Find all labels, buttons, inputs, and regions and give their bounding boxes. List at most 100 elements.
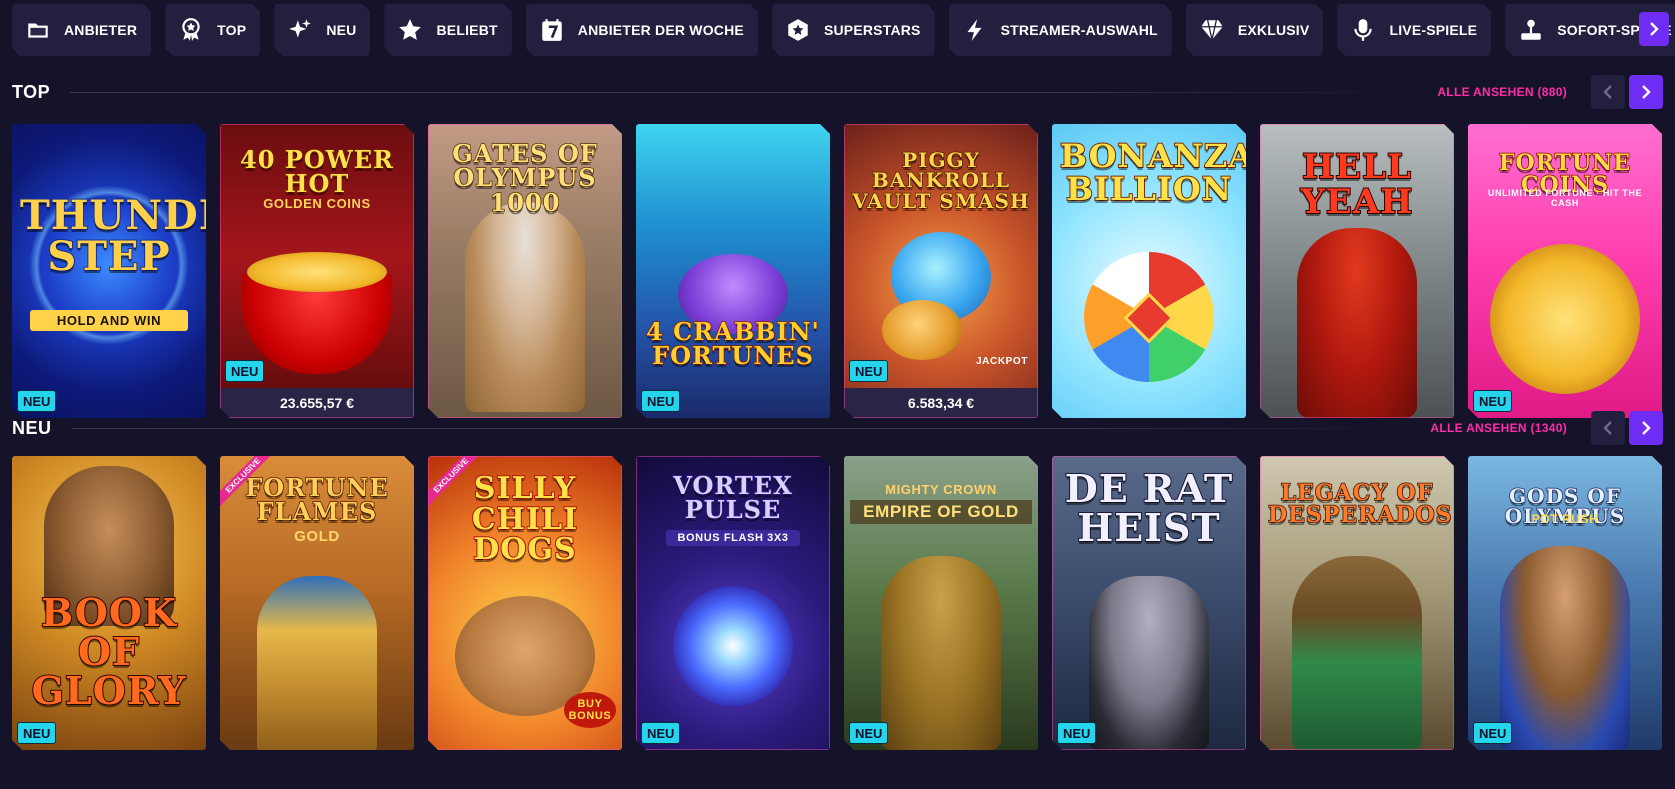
category-live-spiele[interactable]: LIVE-SPIELE [1337, 4, 1491, 56]
game-title: 4 CRABBIN' FORTUNES [646, 317, 820, 371]
game-tile[interactable]: MIGHTY CROWN EMPIRE OF GOLD NEU [844, 456, 1038, 750]
category-label: BELIEBT [436, 22, 498, 38]
award-ribbon-icon [177, 16, 205, 44]
energy-orb-illustration [673, 586, 793, 706]
section-title: NEU [12, 417, 52, 438]
game-title: BOOK OF GLORY [31, 590, 187, 713]
scroll-prev-button[interactable] [1591, 411, 1625, 445]
game-tile[interactable]: FORTUNE FLAMES GOLD EXCLUSIVE [220, 456, 414, 750]
category-label: LIVE-SPIELE [1389, 22, 1478, 38]
game-subtitle: EMPIRE OF GOLD [850, 500, 1032, 524]
game-title: LEGACY OF DESPERADOS [1268, 480, 1453, 529]
game-title: DE RAT HEIST [1064, 466, 1234, 550]
joystick-icon [1517, 16, 1545, 44]
new-badge: NEU [1473, 390, 1512, 412]
game-title: HELL YEAH [1300, 147, 1414, 222]
cowboy-illustration [1292, 556, 1422, 750]
new-badge: NEU [225, 360, 264, 382]
game-tile[interactable]: DE RAT HEIST NEU [1052, 456, 1246, 750]
new-badge: NEU [1473, 722, 1512, 744]
game-tile[interactable]: 4 CRABBIN' FORTUNES NEU [636, 124, 830, 418]
game-title: BONANZA BILLION [1060, 137, 1246, 208]
category-label: NEU [326, 22, 357, 38]
category-label: ANBIETER [64, 22, 138, 38]
category-streamer-auswahl[interactable]: STREAMER-AUSWAHL [949, 4, 1172, 56]
game-subtitle: GOLD [294, 528, 340, 545]
gold-pig-illustration [882, 300, 962, 360]
chevron-left-icon [1603, 421, 1612, 435]
category-anbieter[interactable]: ANBIETER [12, 4, 151, 56]
jackpot-label: JACKPOT [976, 356, 1028, 367]
game-tile[interactable]: SILLY CHILI DOGS BUY BONUS EXCLUSIVE [428, 456, 622, 750]
scroll-prev-button[interactable] [1591, 75, 1625, 109]
rat-thief-illustration [1089, 576, 1209, 750]
new-badge: NEU [849, 722, 888, 744]
calendar-seven-icon [538, 16, 566, 44]
game-tile[interactable]: PIGGY BANKROLL VAULT SMASH JACKPOT NEU 6… [844, 124, 1038, 418]
game-title: FORTUNE FLAMES [245, 473, 389, 527]
game-tile[interactable]: FORTUNE COINS UNLIMITED FORTUNE · HIT TH… [1468, 124, 1662, 418]
category-exklusiv[interactable]: EXKLUSIV [1186, 4, 1324, 56]
chevron-right-icon [1642, 421, 1651, 435]
game-tile[interactable]: GODS OF OLYMPUS POT RUSH NEU [1468, 456, 1662, 750]
game-tile[interactable]: THUNDER STEP HOLD AND WIN NEU [12, 124, 206, 418]
game-tile[interactable]: BONANZA BILLION [1052, 124, 1246, 418]
category-nav: ANBIETER TOP NEU BELIEBT ANBIETER DER WO… [12, 4, 1675, 56]
section-title: TOP [12, 81, 51, 102]
see-all-link[interactable]: ALLE ANSEHEN (1340) [1430, 421, 1567, 435]
new-badge: NEU [641, 390, 680, 412]
pharaoh-illustration [257, 576, 377, 750]
scroll-next-button[interactable] [1629, 75, 1663, 109]
see-all-link[interactable]: ALLE ANSEHEN (880) [1437, 85, 1567, 99]
game-subtitle: GOLDEN COINS [263, 196, 371, 211]
game-subtitle: POT RUSH [1531, 512, 1599, 526]
sparkle-icon [286, 16, 314, 44]
game-row-neu: BOOK OF GLORY NEU FORTUNE FLAMES GOLD EX… [12, 456, 1675, 750]
category-label: TOP [217, 22, 247, 38]
game-tile[interactable]: LEGACY OF DESPERADOS [1260, 456, 1454, 750]
game-tile[interactable]: BOOK OF GLORY NEU [12, 456, 206, 750]
gold-coins-illustration [247, 252, 387, 292]
game-title: VORTEX PULSE [673, 471, 793, 525]
category-label: EXKLUSIV [1237, 22, 1310, 38]
section-header: TOP ALLE ANSEHEN (880) [12, 74, 1663, 110]
game-subtitle: HOLD AND WIN [30, 310, 188, 331]
buy-bonus-badge: BUY BONUS [564, 692, 616, 728]
category-anbieter-der-woche[interactable]: ANBIETER DER WOCHE [526, 4, 758, 56]
devil-illustration [1297, 228, 1417, 418]
game-title: PIGGY BANKROLL VAULT SMASH [852, 148, 1030, 213]
category-neu[interactable]: NEU [274, 4, 370, 56]
game-tile[interactable]: VORTEX PULSE BONUS FLASH 3x3 NEU [636, 456, 830, 750]
game-row-top: THUNDER STEP HOLD AND WIN NEU 40 POWER H… [12, 124, 1675, 418]
game-title: SILLY CHILI DOGS [471, 471, 579, 568]
microphone-icon [1349, 16, 1377, 44]
section-divider [71, 427, 1401, 429]
new-badge: NEU [17, 390, 56, 412]
scroll-next-button[interactable] [1629, 411, 1663, 445]
category-nav-next-button[interactable] [1639, 12, 1669, 46]
game-tile[interactable]: HELL YEAH [1260, 124, 1454, 418]
game-tile[interactable]: 40 POWER HOT GOLDEN COINS NEU 23.655,57 … [220, 124, 414, 418]
lightning-icon [961, 16, 989, 44]
category-label: ANBIETER DER WOCHE [577, 22, 744, 38]
category-beliebt[interactable]: BELIEBT [384, 4, 511, 56]
new-badge: NEU [641, 722, 680, 744]
star-icon [396, 16, 424, 44]
zeus-illustration [465, 202, 585, 412]
god-illustration [1500, 546, 1630, 750]
category-top[interactable]: TOP [165, 4, 260, 56]
category-label: STREAMER-AUSWAHL [1000, 22, 1158, 38]
category-superstars[interactable]: SUPERSTARS [772, 4, 935, 56]
chevron-left-icon [1603, 85, 1612, 99]
game-subtitle: BONUS FLASH 3x3 [666, 530, 800, 546]
gold-coin-illustration [1490, 244, 1640, 394]
chevron-right-icon [1642, 85, 1651, 99]
game-title: THUNDER STEP [20, 192, 199, 280]
game-title: GATES OF OLYMPUS 1000 [452, 139, 598, 217]
game-title: 40 POWER HOT [240, 145, 394, 199]
new-badge: NEU [17, 722, 56, 744]
game-tile[interactable]: GATES OF OLYMPUS 1000 [428, 124, 622, 418]
game-title: MIGHTY CROWN [885, 482, 997, 497]
chevron-right-icon [1650, 22, 1659, 36]
game-subtitle: UNLIMITED FORTUNE · HIT THE CASH [1487, 188, 1643, 208]
